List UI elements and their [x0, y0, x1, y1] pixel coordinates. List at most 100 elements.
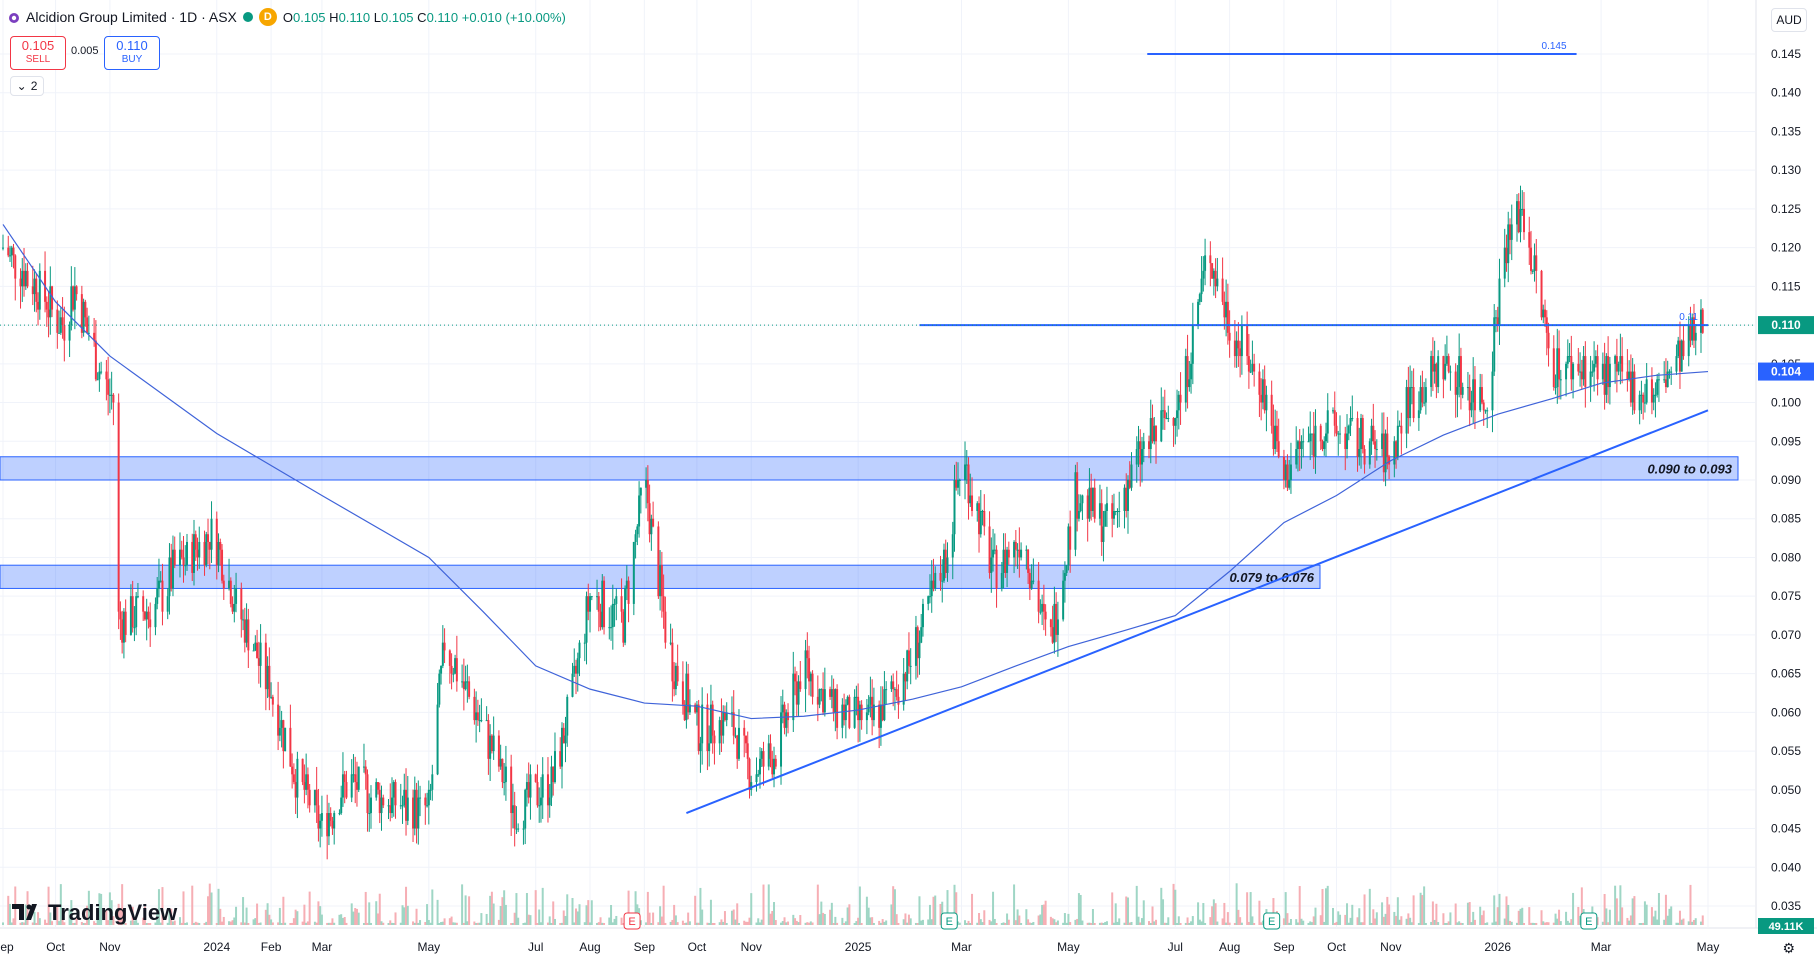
volume-bar — [1027, 919, 1030, 925]
candle-body — [1657, 379, 1660, 381]
volume-bar — [1519, 908, 1522, 925]
volume-bar — [1458, 921, 1461, 925]
settings-gear-icon[interactable]: ⚙ — [1782, 940, 1795, 957]
volume-bar — [603, 922, 606, 925]
candle-body — [284, 727, 287, 752]
volume-bar — [1445, 922, 1448, 925]
volume-bar — [539, 922, 542, 925]
candle-body — [1032, 580, 1035, 582]
symbol-title[interactable]: Alcidion Group Limited · 1D · ASX — [26, 9, 237, 25]
volume-bar — [1200, 921, 1203, 925]
volume-bar — [1239, 917, 1242, 925]
volume-bar — [681, 920, 684, 925]
candle-body — [1069, 526, 1072, 550]
candle-body — [1484, 410, 1487, 412]
volume-bar — [904, 913, 907, 925]
volume-bar — [1666, 915, 1669, 925]
volume-bar — [257, 922, 260, 925]
volume-bar — [475, 923, 478, 925]
volume-bar — [1105, 921, 1108, 925]
candle-body — [1382, 433, 1385, 473]
candle-body — [452, 673, 455, 675]
volume-bar — [1016, 909, 1019, 925]
candle-body — [1179, 394, 1182, 403]
candle-body — [1056, 619, 1059, 635]
volume-bar — [268, 914, 271, 925]
candle-body — [1137, 441, 1140, 450]
candle-body — [648, 503, 651, 535]
buy-button[interactable]: 0.110 BUY — [104, 36, 160, 70]
ohlc-values: O0.105 H0.110 L0.105 C0.110 +0.010 (+10.… — [283, 10, 566, 25]
candle-body — [1282, 456, 1285, 480]
candle-body — [781, 704, 784, 713]
volume-bar — [1319, 915, 1322, 925]
candle-body — [1437, 356, 1440, 388]
tradingview-logo[interactable]: TradingView — [12, 900, 177, 926]
candle-body — [1668, 371, 1671, 373]
candle-body — [932, 580, 935, 589]
volume-bar — [357, 912, 360, 925]
candle-body — [1384, 433, 1387, 473]
candle-body — [12, 247, 15, 256]
sell-button[interactable]: 0.105 SELL — [10, 36, 66, 70]
candle-body — [652, 518, 655, 527]
volume-bar — [1139, 922, 1142, 925]
candle-body — [1556, 348, 1559, 388]
volume-bar — [722, 921, 725, 925]
candle-body — [193, 534, 196, 573]
candle-body — [317, 805, 320, 829]
candle-body — [904, 673, 907, 682]
volume-bar — [546, 922, 549, 925]
volume-bar — [228, 921, 231, 925]
volume-bar — [1507, 904, 1510, 925]
volume-bar — [806, 922, 809, 925]
candle-body — [822, 689, 825, 713]
volume-bar — [1067, 913, 1070, 925]
candle-body — [1663, 379, 1666, 381]
volume-bar — [1461, 923, 1464, 925]
volume-bar — [853, 922, 856, 925]
candle-body — [674, 665, 677, 690]
currency-button[interactable]: AUD — [1771, 8, 1807, 32]
candle-body — [257, 658, 260, 666]
volume-bar — [1130, 921, 1133, 925]
candle-body — [1016, 549, 1019, 551]
volume-bar — [503, 890, 506, 925]
volume-bar — [1517, 910, 1520, 925]
candle-body — [657, 526, 660, 597]
candle-body — [1020, 549, 1023, 558]
x-tick-label: Sep — [634, 940, 656, 954]
volume-bar — [1125, 896, 1128, 925]
volume-bar — [993, 918, 996, 925]
volume-bar — [881, 919, 884, 925]
candle-body — [364, 766, 367, 775]
volume-bar — [319, 906, 322, 925]
price-chart[interactable]: 0.090 to 0.0930.079 to 0.0760.1450.11E E E… — [0, 0, 1817, 965]
candle-body — [1086, 495, 1089, 519]
volume-bar — [1400, 916, 1403, 925]
candle-body — [1505, 247, 1508, 264]
candle-body — [259, 642, 262, 666]
indicators-toggle-button[interactable]: ⌄ 2 — [10, 76, 44, 96]
volume-bar — [773, 902, 776, 925]
volume-bar — [1069, 922, 1072, 925]
candle-body — [1372, 425, 1375, 442]
volume-bar — [485, 913, 488, 925]
candle-body — [625, 580, 628, 589]
candle-body — [1323, 441, 1326, 450]
y-tick-label: 0.085 — [1771, 512, 1801, 526]
volume-bar — [1053, 919, 1056, 925]
candle-body — [1249, 371, 1252, 373]
volume-bar — [736, 903, 739, 925]
candle-body — [1111, 503, 1114, 519]
candle-body — [1542, 309, 1545, 318]
candle-body — [860, 704, 863, 721]
sell-price: 0.105 — [21, 38, 55, 53]
volume-bar — [1039, 914, 1042, 925]
market-badge[interactable]: D — [258, 8, 277, 26]
volume-bar — [869, 917, 872, 925]
volume-bar — [292, 918, 295, 925]
volume-bar — [331, 918, 334, 925]
candle-body — [149, 619, 152, 628]
volume-bar — [1014, 920, 1017, 925]
